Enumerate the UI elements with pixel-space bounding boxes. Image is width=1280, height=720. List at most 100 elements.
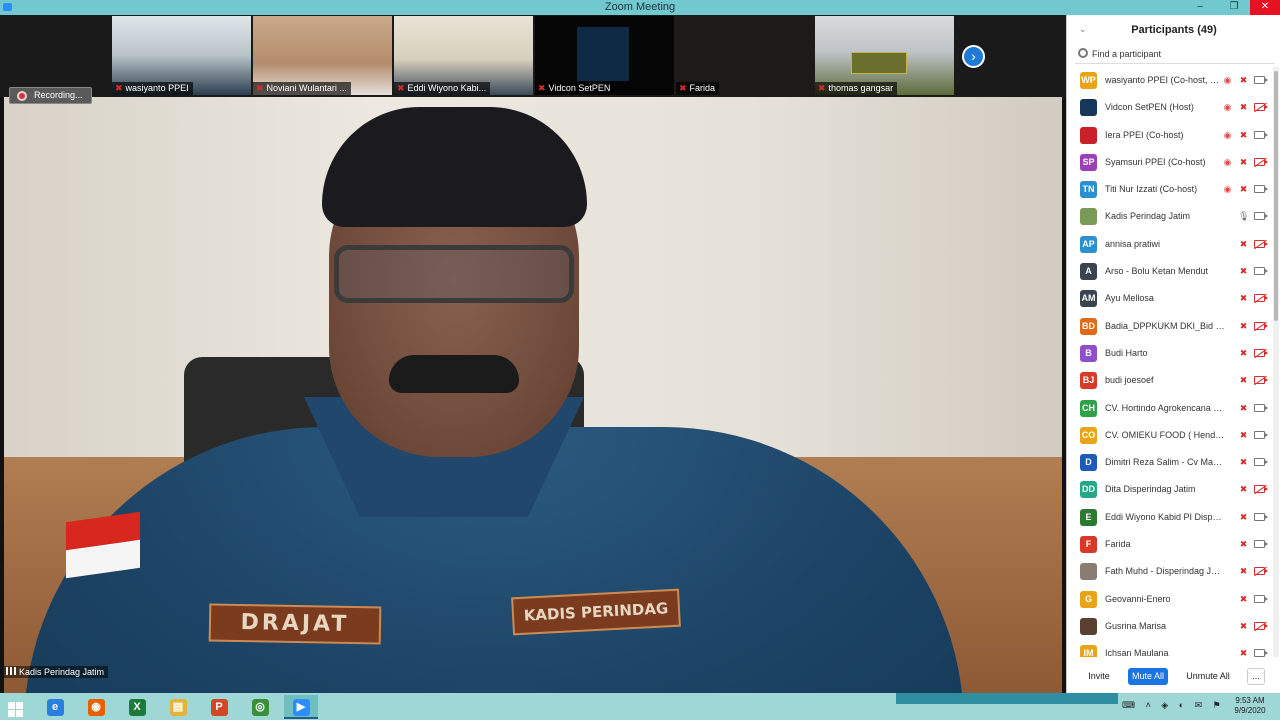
video-off-icon[interactable] xyxy=(1254,567,1268,576)
unmute-all-button[interactable]: Unmute All xyxy=(1183,668,1233,685)
mic-off-icon[interactable]: ✖ xyxy=(1238,621,1249,632)
invite-button[interactable]: Invite xyxy=(1087,668,1111,685)
next-page-button[interactable]: › xyxy=(962,45,985,68)
start-button[interactable] xyxy=(0,695,34,719)
participant-row[interactable]: IM Ichsan Maulana ✖ xyxy=(1067,640,1273,657)
participant-row[interactable]: SP Syamsuri PPEI (Co-host) ◉ ✖ xyxy=(1067,149,1273,176)
video-area: ✖ wasiyanto PPEI ✖ Noviani Wulantari ... ✖… xyxy=(0,15,1066,693)
participant-avatar: BJ xyxy=(1080,372,1097,390)
video-thumbnail[interactable]: ✖ Vidcon SetPEN xyxy=(535,16,674,95)
mic-off-icon[interactable]: ✖ xyxy=(1238,239,1249,250)
minimize-button[interactable]: – xyxy=(1188,0,1212,15)
video-on-icon[interactable] xyxy=(1254,458,1268,467)
participant-row[interactable]: Gusrina Marisa ✖ xyxy=(1067,613,1273,640)
mic-off-icon[interactable]: ✖ xyxy=(1238,375,1249,386)
participant-row[interactable]: DD Dita Disperindag Jatim ✖ xyxy=(1067,476,1273,503)
video-off-icon[interactable] xyxy=(1254,294,1268,303)
close-button[interactable]: ✕ xyxy=(1250,0,1280,15)
mic-off-icon[interactable]: ✖ xyxy=(1238,293,1249,304)
mic-on-icon[interactable]: 🎙 xyxy=(1238,211,1249,222)
taskbar-powerpoint-button[interactable]: P xyxy=(202,695,236,719)
video-on-icon[interactable] xyxy=(1254,212,1268,221)
mic-off-icon[interactable]: ✖ xyxy=(1238,184,1249,195)
participant-avatar: BD xyxy=(1080,317,1097,335)
video-off-icon[interactable] xyxy=(1254,485,1268,494)
mic-off-icon[interactable]: ✖ xyxy=(1238,266,1249,277)
participant-row[interactable]: BJ budi joesoef ✖ xyxy=(1067,367,1273,394)
mic-off-icon[interactable]: ✖ xyxy=(1238,484,1249,495)
participant-row[interactable]: E Eddi Wiyono Kabid PI Disperind... ✖ xyxy=(1067,504,1273,531)
video-thumbnail[interactable]: ✖ Noviani Wulantari ... xyxy=(253,16,392,95)
maximize-button[interactable]: ❐ xyxy=(1222,0,1246,15)
taskbar-clock[interactable]: 9:53 AM 9/9/2020 xyxy=(1230,696,1270,716)
participant-row[interactable]: Fath Muhd - Disperindag Jatim ✖ xyxy=(1067,558,1273,585)
video-on-icon[interactable] xyxy=(1254,76,1268,84)
participant-list-scrollbar[interactable] xyxy=(1273,67,1279,657)
video-off-icon[interactable] xyxy=(1254,157,1268,166)
video-off-icon[interactable] xyxy=(1254,103,1268,112)
participant-row[interactable]: A Arso - Bolu Ketan Mendut ✖ xyxy=(1067,258,1273,285)
video-thumbnail[interactable]: ✖ thomas gangsar xyxy=(815,16,954,95)
mute-all-button[interactable]: Mute All xyxy=(1128,668,1168,685)
mic-off-icon[interactable]: ✖ xyxy=(1238,430,1249,441)
video-on-icon[interactable] xyxy=(1254,649,1268,657)
mic-off-icon[interactable]: ✖ xyxy=(1238,648,1249,657)
participant-search-input[interactable]: Find a participant xyxy=(1075,47,1275,64)
video-off-icon[interactable] xyxy=(1254,348,1268,357)
participant-row[interactable]: TN Titi Nur Izzati (Co-host) ◉ ✖ xyxy=(1067,176,1273,203)
video-on-icon[interactable] xyxy=(1254,267,1268,276)
participant-row[interactable]: B Budi Harto ✖ xyxy=(1067,340,1273,367)
mic-off-icon[interactable]: ✖ xyxy=(1238,403,1249,414)
video-on-icon[interactable] xyxy=(1254,130,1268,139)
video-on-icon[interactable] xyxy=(1254,540,1268,549)
taskbar-zoom-button[interactable]: ▶ xyxy=(284,695,318,719)
chevron-down-icon[interactable]: ⌄ xyxy=(1079,24,1087,35)
mic-off-icon[interactable]: ✖ xyxy=(1238,130,1249,141)
video-off-icon[interactable] xyxy=(1254,621,1268,630)
participant-row[interactable]: CO CV. OMIEKU FOOD ( Hendri Ca... ✖ xyxy=(1067,422,1273,449)
mic-off-icon[interactable]: ✖ xyxy=(1238,539,1249,550)
participant-row[interactable]: AM Ayu Mellosa ✖ xyxy=(1067,285,1273,312)
recording-indicator[interactable]: Recording... xyxy=(9,87,92,104)
taskbar-chrome-button[interactable]: ◎ xyxy=(243,695,277,719)
mic-off-icon[interactable]: ✖ xyxy=(1238,512,1249,523)
taskbar-firefox-button[interactable]: ◉ xyxy=(79,695,113,719)
participant-row[interactable]: CH CV. Hortindo Agrokencana Food ✖ xyxy=(1067,395,1273,422)
video-thumbnail[interactable]: ✖ wasiyanto PPEI xyxy=(112,16,251,95)
mic-off-icon[interactable]: ✖ xyxy=(1238,566,1249,577)
mic-off-icon[interactable]: ✖ xyxy=(1238,102,1249,113)
mic-off-icon[interactable]: ✖ xyxy=(1238,321,1249,332)
video-on-icon[interactable] xyxy=(1254,185,1268,194)
taskbar-internet-explorer-button[interactable]: e xyxy=(38,695,72,719)
taskbar-excel-button[interactable]: X xyxy=(120,695,154,719)
participant-row[interactable]: Kadis Perindag Jatim 🎙 xyxy=(1067,203,1273,230)
participant-row[interactable]: Iera PPEI (Co-host) ◉ ✖ xyxy=(1067,122,1273,149)
participant-name: budi joesoef xyxy=(1105,375,1154,386)
video-on-icon[interactable] xyxy=(1254,512,1268,521)
windows-taskbar: e ◉ X ▤ P ◎ ▶ ⌨ ˄ ◈ ◐ ✉ ⚑ 9:53 AM 9/9/2020 xyxy=(0,693,1280,720)
scrollbar-thumb[interactable] xyxy=(1274,71,1278,321)
video-thumbnail[interactable]: ✖ Eddi Wiyono Kabi... xyxy=(394,16,533,95)
video-on-icon[interactable] xyxy=(1254,430,1268,439)
participant-row[interactable]: D Dimitri Reza Salim - Cv Manna I... ✖ xyxy=(1067,449,1273,476)
mic-off-icon[interactable]: ✖ xyxy=(1238,457,1249,468)
video-off-icon[interactable] xyxy=(1254,239,1268,248)
participant-row[interactable]: WP wasiyanto PPEI (Co-host, me) ◉ ✖ xyxy=(1067,67,1273,94)
video-on-icon[interactable] xyxy=(1254,594,1268,603)
participant-row[interactable]: F Farida ✖ xyxy=(1067,531,1273,558)
participant-row[interactable]: Vidcon SetPEN (Host) ◉ ✖ xyxy=(1067,94,1273,121)
video-off-icon[interactable] xyxy=(1254,376,1268,385)
mic-off-icon[interactable]: ✖ xyxy=(1238,594,1249,605)
mic-off-icon[interactable]: ✖ xyxy=(1238,157,1249,168)
mic-off-icon[interactable]: ✖ xyxy=(1238,348,1249,359)
video-off-icon[interactable] xyxy=(1254,321,1268,330)
participant-row[interactable]: BD Badia_DPPKUKM DKI_Bid Dag ✖ xyxy=(1067,313,1273,340)
system-tray-icons[interactable]: ⌨ ˄ ◈ ◐ ✉ ⚑ xyxy=(1122,700,1225,711)
video-on-icon[interactable] xyxy=(1254,403,1268,412)
more-button[interactable]: ... xyxy=(1247,668,1265,685)
taskbar-file-explorer-button[interactable]: ▤ xyxy=(161,695,195,719)
mic-off-icon[interactable]: ✖ xyxy=(1238,75,1249,86)
video-thumbnail[interactable]: ✖ Farida xyxy=(676,16,815,95)
participant-row[interactable]: AP annisa pratiwi ✖ xyxy=(1067,231,1273,258)
participant-row[interactable]: G Geovanni-Enero ✖ xyxy=(1067,586,1273,613)
